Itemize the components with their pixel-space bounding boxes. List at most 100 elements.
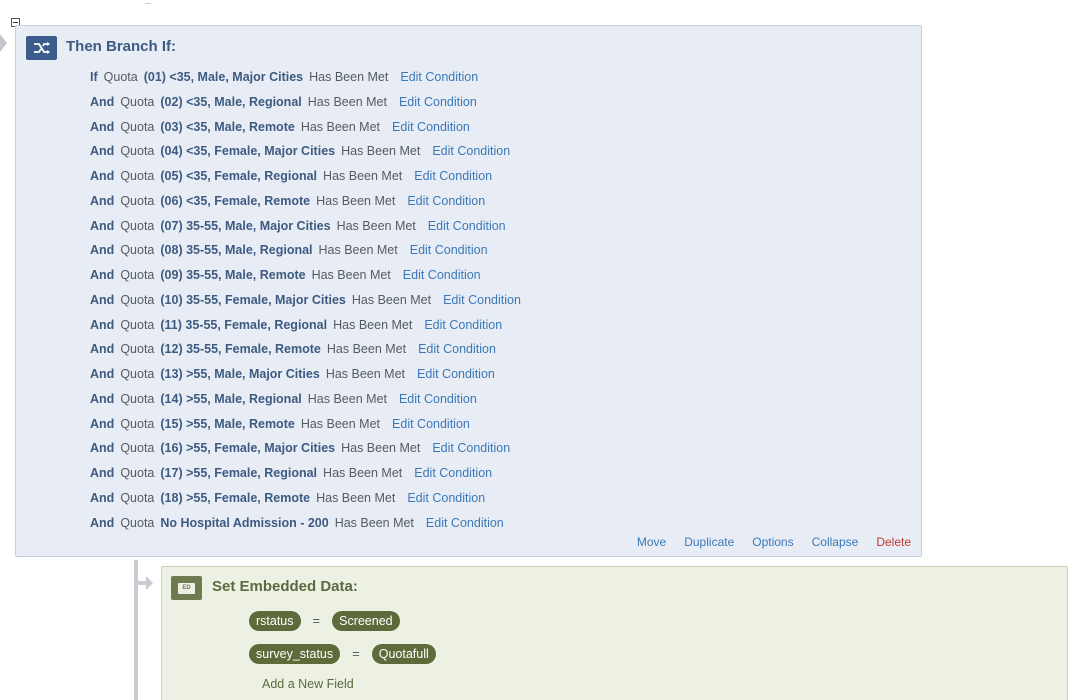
condition-row: And Quota (03) <35, Male, Remote Has Been M… (90, 116, 521, 141)
condition-type: Quota (120, 466, 155, 480)
condition-type: Quota (120, 268, 155, 282)
condition-conjunction: And (90, 466, 115, 480)
edit-condition-link[interactable]: Edit Condition (407, 190, 485, 212)
condition-conjunction: And (90, 292, 115, 307)
condition-row: And Quota (04) <35, Female, Major Cities Ha… (90, 140, 521, 165)
edit-condition-link[interactable]: Edit Condition (403, 264, 481, 286)
condition-row: And Quota (09) 35-55, Male, Remote Has Been… (90, 264, 521, 289)
edit-condition-link[interactable]: Edit Condition (399, 91, 477, 113)
edit-condition-link[interactable]: Edit Condition (407, 487, 485, 509)
condition-status: Has Been Met (316, 193, 396, 208)
condition-status: Has Been Met (307, 94, 387, 109)
condition-quota-name: (15) >55, Male, Remote (160, 416, 295, 431)
condition-quota-name: (17) >55, Female, Regional (160, 466, 318, 480)
condition-status: Has Been Met (336, 218, 416, 233)
condition-type: Quota (120, 243, 155, 258)
edit-condition-link[interactable]: Edit Condition (399, 388, 477, 410)
branch-block: Then Branch If: If Quota (01) <35, Male, M… (15, 25, 922, 557)
options-button[interactable]: Options (752, 535, 793, 549)
duplicate-button[interactable]: Duplicate (684, 535, 734, 549)
field-name-pill[interactable]: survey_status (249, 643, 341, 664)
condition-row: And Quota (18) >55, Female, Remote Has Been… (90, 487, 521, 512)
branch-actions: Move Duplicate Options Collapse Delete (637, 535, 911, 549)
condition-type: Quota (120, 391, 155, 406)
condition-row: And Quota (07) 35-55, Male, Major Cities Ha… (90, 215, 521, 240)
edit-condition-link[interactable]: Edit Condition (392, 413, 470, 435)
branch-title: Then Branch If: (66, 38, 177, 55)
condition-row: And Quota (13) >55, Male, Major Cities Has … (90, 363, 521, 388)
equals-sign: = (312, 613, 321, 628)
condition-row: And Quota (15) >55, Male, Remote Has Been M… (90, 413, 521, 438)
condition-conjunction: And (90, 193, 115, 208)
condition-quota-name: (16) >55, Female, Major Cities (160, 441, 336, 456)
edit-condition-link[interactable]: Edit Condition (432, 437, 510, 459)
condition-status: Has Been Met (300, 119, 381, 134)
edit-condition-link[interactable]: Edit Condition (432, 140, 510, 162)
edit-condition-link[interactable]: Edit Condition (410, 239, 488, 261)
condition-conjunction: And (90, 169, 115, 183)
condition-conjunction: And (90, 416, 115, 431)
condition-status: Has Been Met (323, 169, 403, 183)
condition-status: Has Been Met (341, 144, 421, 159)
condition-conjunction: And (90, 218, 115, 233)
condition-row: And Quota (05) <35, Female, Regional Has Be… (90, 165, 521, 190)
field-value-pill[interactable]: Screened (332, 610, 400, 631)
flow-arrow-icon (146, 576, 153, 590)
embedded-data-block: ED Set Embedded Data: rstatus = Screened… (161, 566, 1068, 700)
edit-condition-link[interactable]: Edit Condition (426, 512, 504, 534)
condition-quota-name: (12) 35-55, Female, Remote (160, 342, 321, 357)
move-button[interactable]: Move (637, 535, 666, 549)
edit-condition-link[interactable]: Edit Condition (414, 462, 492, 484)
branch-glyph-icon (33, 42, 50, 54)
condition-conjunction: And (90, 243, 115, 258)
condition-quota-name: (18) >55, Female, Remote (160, 490, 311, 505)
condition-status: Has Been Met (311, 268, 391, 282)
condition-row: And Quota (14) >55, Male, Regional Has Been… (90, 388, 521, 413)
edit-condition-link[interactable]: Edit Condition (414, 165, 492, 187)
condition-type: Quota (120, 169, 155, 183)
delete-button[interactable]: Delete (876, 535, 911, 549)
condition-type: Quota (120, 317, 155, 332)
edit-condition-link[interactable]: Edit Condition (428, 215, 506, 237)
condition-row: If Quota (01) <35, Male, Major Cities Has B… (90, 66, 521, 91)
condition-quota-name: (01) <35, Male, Major Cities (143, 70, 304, 84)
condition-list: If Quota (01) <35, Male, Major Cities Has B… (90, 66, 521, 536)
condition-status: Has Been Met (326, 342, 407, 357)
edit-condition-link[interactable]: Edit Condition (424, 314, 502, 336)
condition-conjunction: If (90, 70, 98, 84)
condition-quota-name: (14) >55, Male, Regional (160, 391, 302, 406)
condition-status: Has Been Met (333, 317, 413, 332)
condition-conjunction: And (90, 490, 115, 505)
condition-status: Has Been Met (307, 391, 387, 406)
edit-condition-link[interactable]: Edit Condition (418, 338, 496, 360)
edit-condition-link[interactable]: Edit Condition (443, 289, 521, 311)
field-name-pill[interactable]: rstatus (249, 610, 301, 631)
collapse-button[interactable]: Collapse (812, 535, 859, 549)
condition-row: And Quota (16) >55, Female, Major Cities Ha… (90, 437, 521, 462)
condition-type: Quota (120, 144, 155, 159)
edit-condition-link[interactable]: Edit Condition (392, 116, 470, 138)
edit-condition-link[interactable]: Edit Condition (400, 66, 478, 88)
condition-quota-name: (04) <35, Female, Major Cities (160, 144, 336, 159)
condition-conjunction: And (90, 268, 115, 282)
flow-connector-horizontal (138, 581, 146, 585)
condition-row: And Quota (02) <35, Male, Regional Has Been… (90, 91, 521, 116)
edit-condition-link[interactable]: Edit Condition (417, 363, 495, 385)
condition-type: Quota (120, 515, 155, 530)
condition-row: And Quota (10) 35-55, Female, Major Cities… (90, 289, 521, 314)
condition-status: Has Been Met (309, 70, 389, 84)
embedded-field-row: survey_status = Quotafull (249, 643, 436, 664)
field-value-pill[interactable]: Quotafull (371, 643, 436, 664)
condition-type: Quota (120, 416, 155, 431)
condition-row: And Quota (11) 35-55, Female, Regional Has … (90, 314, 521, 339)
condition-quota-name: (06) <35, Female, Remote (160, 193, 311, 208)
flow-arrow-icon (0, 34, 7, 52)
equals-sign: = (352, 646, 360, 661)
condition-conjunction: And (90, 94, 115, 109)
add-new-field-link[interactable]: Add a New Field (262, 677, 354, 691)
condition-type: Quota (120, 94, 155, 109)
condition-status: Has Been Met (334, 515, 414, 530)
condition-row: And Quota No Hospital Admission - 200 Has B… (90, 512, 521, 537)
condition-conjunction: And (90, 515, 115, 530)
condition-type: Quota (120, 193, 155, 208)
